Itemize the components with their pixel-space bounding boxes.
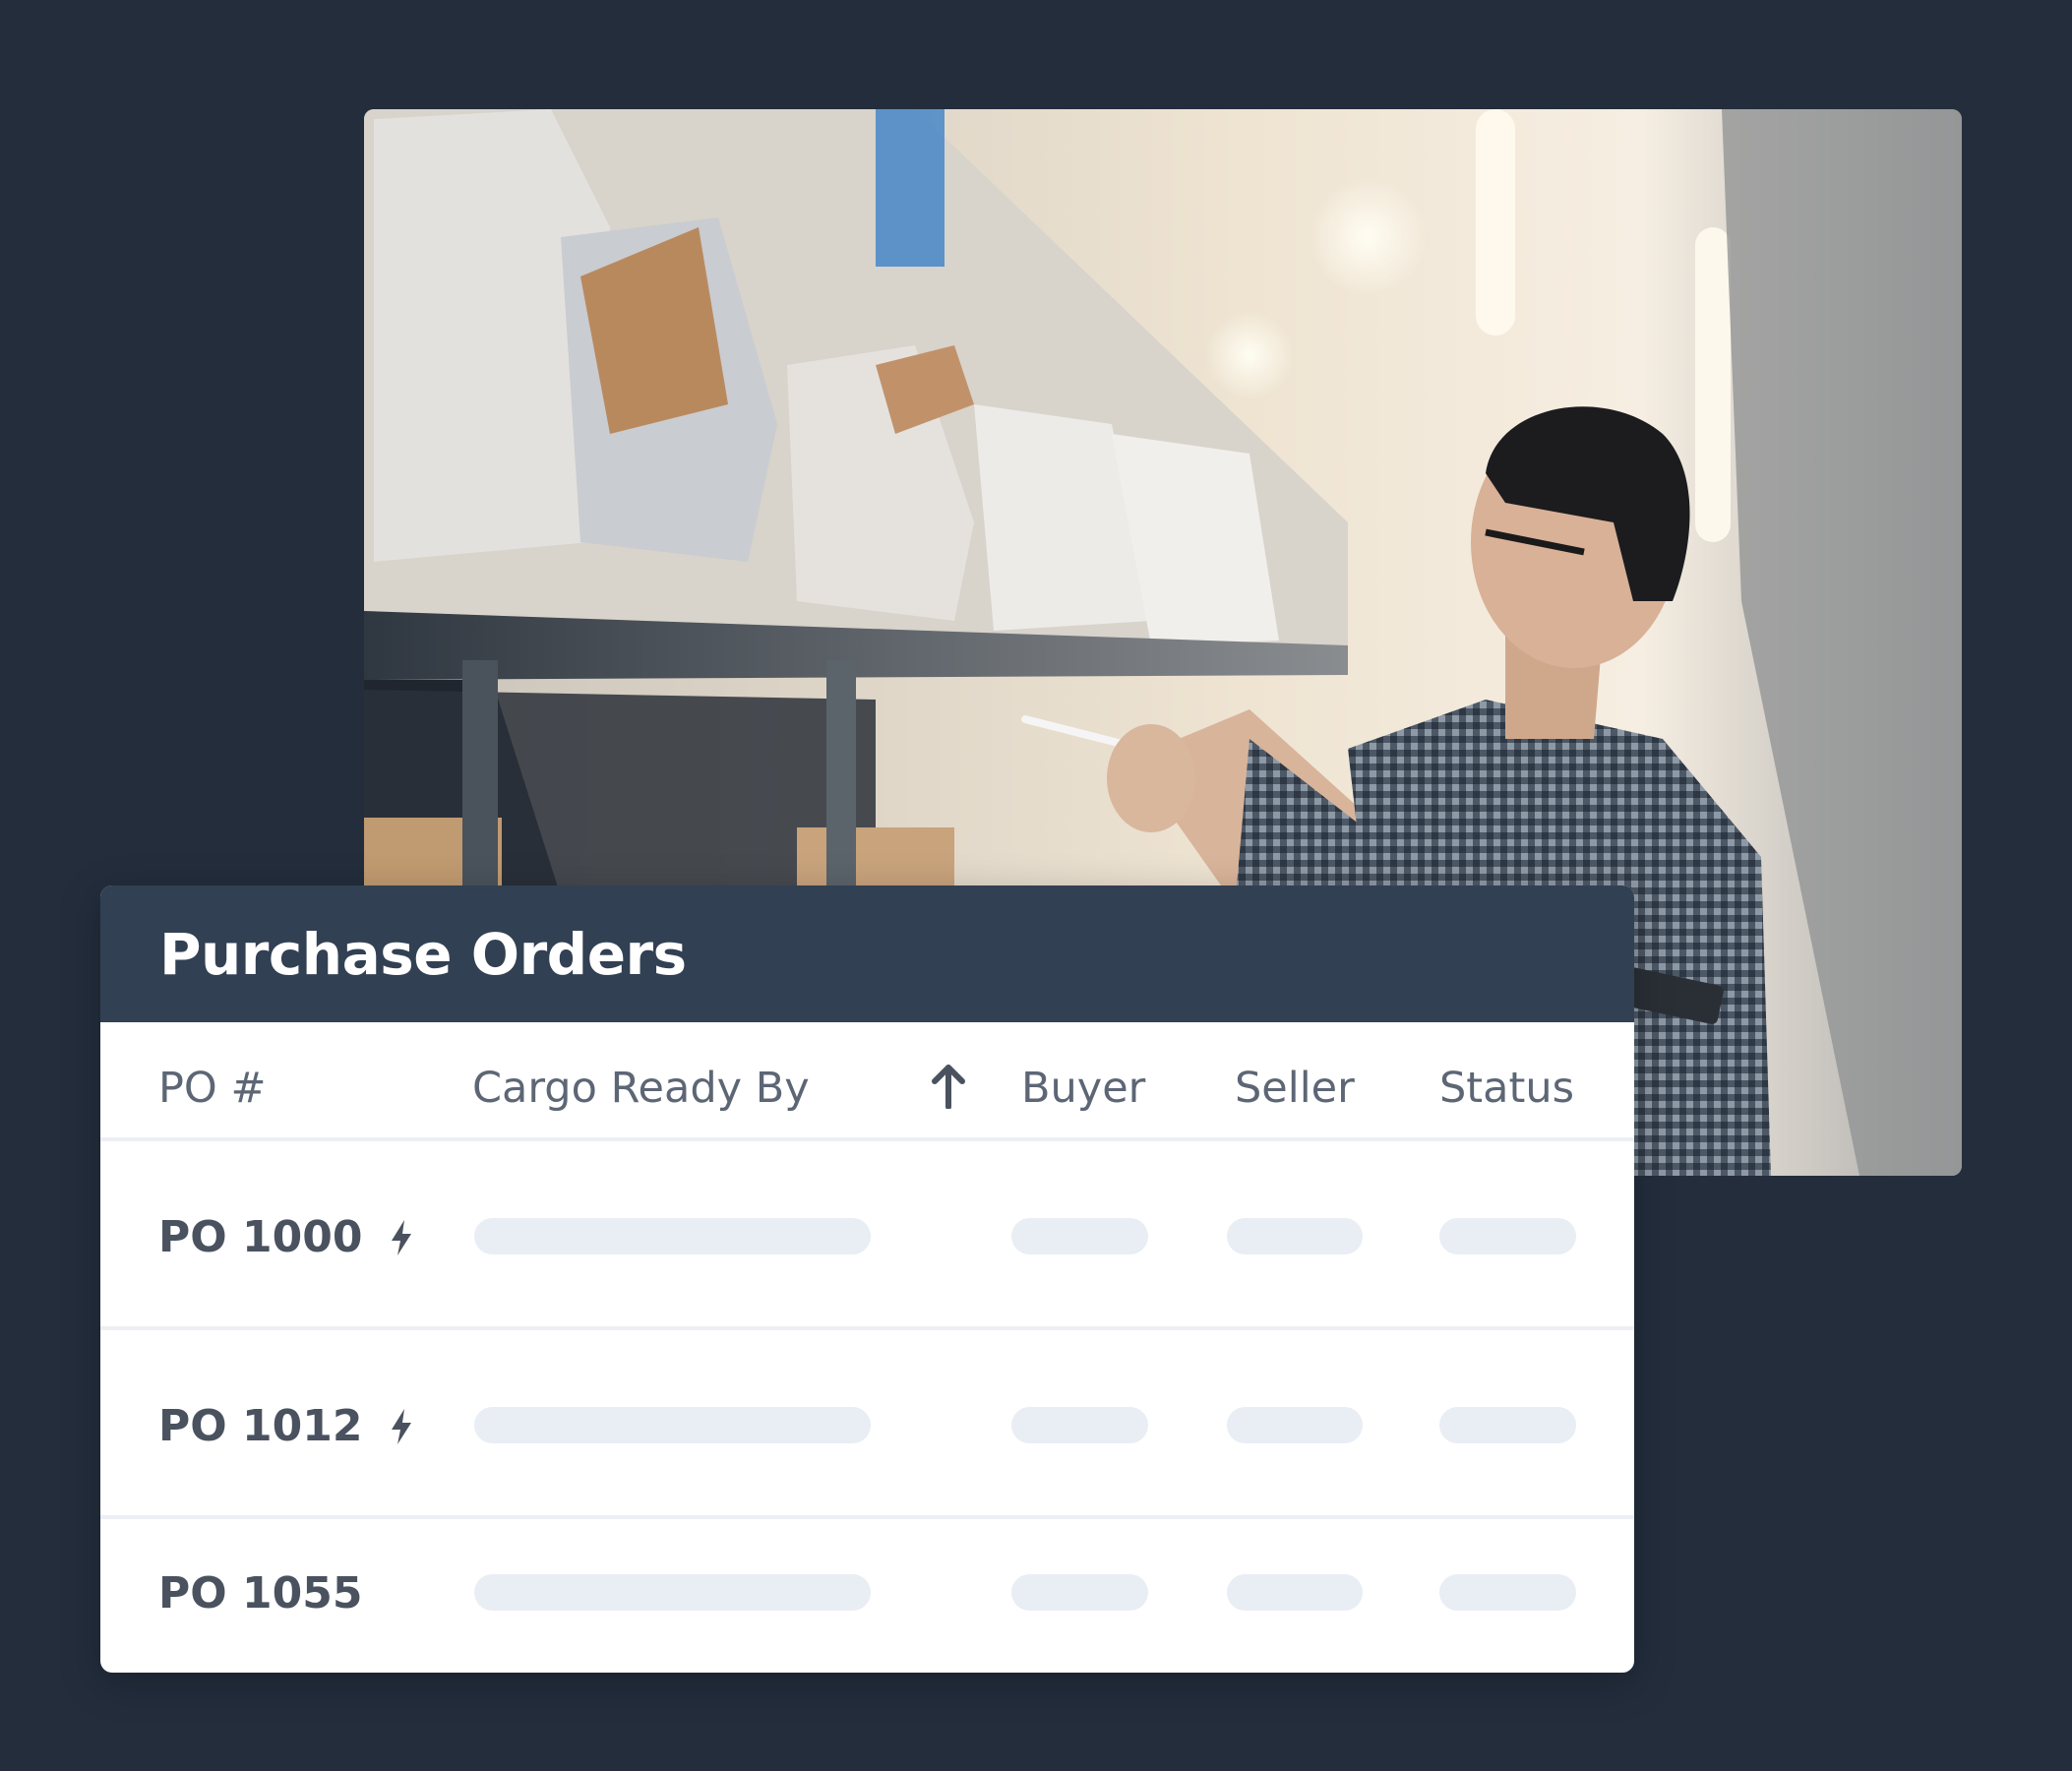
- column-header-buyer[interactable]: Buyer: [1021, 1064, 1145, 1113]
- cargo-ready-placeholder: [474, 1218, 871, 1254]
- column-header-seller[interactable]: Seller: [1235, 1064, 1355, 1113]
- table-row[interactable]: PO 1055: [100, 1519, 1634, 1673]
- status-placeholder: [1439, 1574, 1576, 1611]
- status-placeholder: [1439, 1407, 1576, 1443]
- buyer-placeholder: [1011, 1574, 1148, 1611]
- seller-placeholder: [1227, 1574, 1363, 1611]
- column-header-status[interactable]: Status: [1439, 1064, 1574, 1113]
- seller-placeholder: [1227, 1407, 1363, 1443]
- card-header: Purchase Orders: [100, 886, 1634, 1022]
- po-number: PO 1012: [158, 1401, 363, 1451]
- page-title: Purchase Orders: [159, 920, 687, 988]
- table-header-row: PO # Cargo Ready By Buyer Seller Status: [100, 1022, 1634, 1141]
- lightning-icon: [392, 1408, 412, 1444]
- cargo-ready-placeholder: [474, 1407, 871, 1443]
- cargo-ready-placeholder: [474, 1574, 871, 1611]
- table-row[interactable]: PO 1000: [100, 1141, 1634, 1330]
- lightning-icon: [392, 1219, 412, 1255]
- column-header-cargo-ready-by[interactable]: Cargo Ready By: [472, 1064, 810, 1113]
- po-cell: PO 1012: [158, 1401, 415, 1451]
- po-cell: PO 1055: [158, 1568, 362, 1618]
- buyer-placeholder: [1011, 1407, 1148, 1443]
- seller-placeholder: [1227, 1218, 1363, 1254]
- arrow-up-icon[interactable]: [929, 1064, 968, 1109]
- po-number: PO 1000: [158, 1212, 363, 1262]
- po-cell: PO 1000: [158, 1212, 415, 1262]
- po-number: PO 1055: [158, 1568, 363, 1618]
- column-header-po[interactable]: PO #: [158, 1064, 266, 1113]
- table-row[interactable]: PO 1012: [100, 1330, 1634, 1519]
- purchase-orders-card: Purchase Orders PO # Cargo Ready By Buye…: [100, 886, 1634, 1673]
- buyer-placeholder: [1011, 1218, 1148, 1254]
- status-placeholder: [1439, 1218, 1576, 1254]
